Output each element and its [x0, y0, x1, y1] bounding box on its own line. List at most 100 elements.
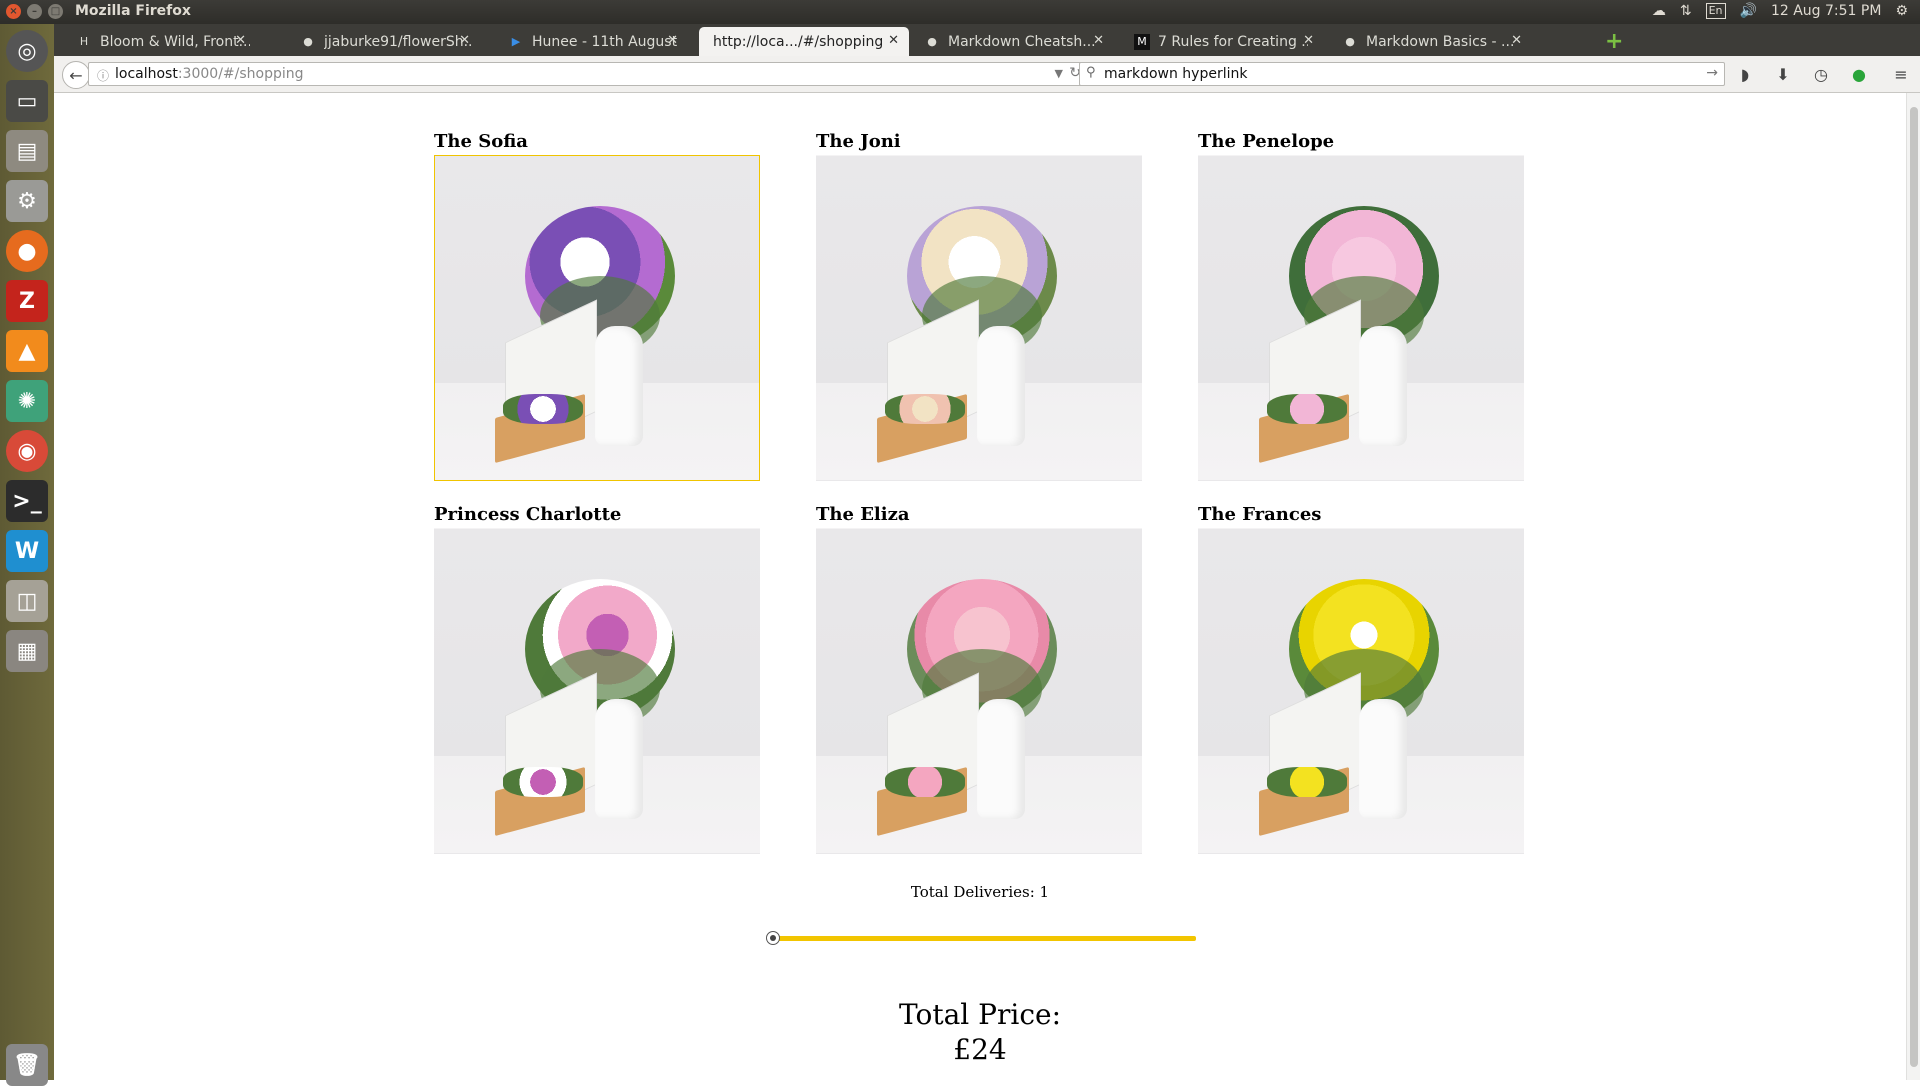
ubuntu-dash-icon[interactable]: ◎: [6, 30, 48, 72]
flower-image[interactable]: [1198, 155, 1524, 481]
vase: [595, 699, 643, 819]
keyboard-layout-indicator[interactable]: En: [1705, 3, 1726, 19]
scrollbar-thumb[interactable]: [1910, 107, 1918, 1067]
webstorm-icon[interactable]: W: [6, 530, 48, 572]
tab-close-icon[interactable]: ✕: [667, 33, 678, 48]
box-flowers: [503, 394, 583, 424]
atom-editor-icon[interactable]: ✺: [6, 380, 48, 422]
flower-card-sofia[interactable]: The Sofia: [434, 129, 764, 481]
downloads-icon[interactable]: ⬇: [1772, 63, 1794, 85]
screenshot-tool-icon[interactable]: ◫: [6, 580, 48, 622]
flower-image[interactable]: [816, 155, 1142, 481]
power-gear-icon[interactable]: ⚙: [1895, 3, 1908, 19]
flower-card-princess-charlotte[interactable]: Princess Charlotte: [434, 502, 764, 854]
sync-icon[interactable]: ☁: [1652, 3, 1666, 19]
flower-card-frances[interactable]: The Frances: [1198, 502, 1528, 854]
browser-tab[interactable]: ▶ Hunee - 11th August ... ✕: [498, 27, 688, 56]
tab-label: Bloom & Wild, Front...: [100, 33, 250, 50]
tab-close-icon[interactable]: ✕: [235, 33, 246, 48]
tab-label: Hunee - 11th August ...: [532, 33, 682, 50]
search-go-arrow-icon[interactable]: →: [1706, 65, 1718, 81]
flower-title: The Sofia: [434, 131, 528, 152]
tab-favicon: M: [1134, 33, 1150, 50]
box-flowers: [885, 394, 965, 424]
site-info-icon[interactable]: ⓘ: [97, 67, 109, 84]
deliveries-slider[interactable]: [764, 929, 1196, 949]
tab-label: Markdown Basics - ...: [1366, 33, 1515, 50]
window-controls: × – □: [6, 4, 63, 19]
system-top-panel: × – □ Mozilla Firefox ☁ ⇅ En 🔊 12 Aug 7:…: [0, 0, 1920, 24]
page-scrollbar[interactable]: [1906, 93, 1920, 1080]
menu-hamburger-icon[interactable]: ≡: [1890, 63, 1912, 85]
network-icon[interactable]: ⇅: [1680, 3, 1692, 19]
tab-close-icon[interactable]: ✕: [1511, 33, 1522, 48]
volume-icon[interactable]: 🔊: [1740, 3, 1757, 19]
workspace-switcher-icon[interactable]: ▭: [6, 80, 48, 122]
history-clock-icon[interactable]: ◷: [1810, 63, 1832, 85]
files-icon[interactable]: ▤: [6, 130, 48, 172]
total-deliveries-label: Total Deliveries: 1: [910, 883, 1050, 901]
flower-card-eliza[interactable]: The Eliza: [816, 502, 1146, 854]
vase: [977, 699, 1025, 819]
flower-title: Princess Charlotte: [434, 504, 622, 525]
browser-tab[interactable]: M 7 Rules for Creating ... ✕: [1124, 27, 1324, 56]
browser-tab[interactable]: ● jjaburke91/flowerSh... ✕: [290, 27, 480, 56]
browser-tab[interactable]: ● Markdown Cheatsh... ✕: [914, 27, 1114, 56]
vase: [1359, 699, 1407, 819]
url-path: :3000/#/shopping: [177, 66, 304, 82]
flower-title: The Frances: [1198, 504, 1322, 525]
total-price-label: Total Price:: [898, 998, 1062, 1031]
flower-card-joni[interactable]: The Joni: [816, 129, 1146, 481]
extension-icon[interactable]: ●: [1848, 63, 1870, 85]
shopping-page: The Sofia The Joni The Penelope Princess…: [54, 93, 1906, 1080]
new-tab-plus-icon[interactable]: +: [1605, 29, 1623, 54]
tab-label: http://loca.../#/shopping: [713, 33, 884, 50]
slider-track[interactable]: [774, 936, 1196, 941]
address-bar[interactable]: ⓘ localhost:3000/#/shopping ▼ ↻: [88, 62, 1088, 86]
total-price-value: £24: [953, 1033, 1007, 1066]
tab-close-icon[interactable]: ✕: [459, 33, 470, 48]
tab-close-icon[interactable]: ✕: [1303, 33, 1314, 48]
firefox-icon[interactable]: ●: [6, 230, 48, 272]
flower-title: The Penelope: [1198, 131, 1335, 152]
clock[interactable]: 12 Aug 7:51 PM: [1771, 3, 1881, 19]
flower-card-penelope[interactable]: The Penelope: [1198, 129, 1528, 481]
browser-tab[interactable]: ● Markdown Basics - ... ✕: [1332, 27, 1532, 56]
search-input[interactable]: markdown hyperlink: [1104, 66, 1247, 82]
flower-image[interactable]: [1198, 528, 1524, 854]
search-icon: ⚲: [1086, 65, 1096, 80]
github-icon: ●: [303, 35, 313, 48]
vase: [595, 326, 643, 446]
tab-favicon: H: [79, 35, 89, 48]
box-flowers: [503, 767, 583, 797]
flower-image[interactable]: [434, 528, 760, 854]
flower-title: The Eliza: [816, 504, 910, 525]
browser-tab-active[interactable]: http://loca.../#/shopping ✕: [699, 27, 909, 56]
search-bar[interactable]: ⚲ markdown hyperlink →: [1079, 62, 1725, 86]
window-maximize-button[interactable]: □: [48, 4, 63, 19]
window-close-button[interactable]: ×: [6, 4, 21, 19]
slider-handle[interactable]: [766, 931, 780, 945]
tab-close-icon[interactable]: ✕: [888, 33, 899, 48]
tab-close-icon[interactable]: ✕: [1093, 33, 1104, 48]
filezilla-icon[interactable]: Z: [6, 280, 48, 322]
url-dropdown-chevron-icon[interactable]: ▼: [1055, 67, 1063, 80]
github-icon: ●: [927, 35, 937, 48]
flower-image[interactable]: [816, 528, 1142, 854]
play-icon: ▶: [511, 35, 521, 48]
box-flowers: [885, 767, 965, 797]
calculator-icon[interactable]: ▦: [6, 630, 48, 672]
terminal-icon[interactable]: >_: [6, 480, 48, 522]
window-minimize-button[interactable]: –: [27, 4, 42, 19]
pocket-icon[interactable]: ◗: [1734, 63, 1756, 85]
vlc-icon[interactable]: ▲: [6, 330, 48, 372]
unity-launcher: ◎ ▭ ▤ ⚙ ● Z ▲ ✺ ◉ >_ W ◫ ▦ 🗑: [0, 24, 55, 1086]
back-arrow-icon[interactable]: ←: [62, 61, 90, 89]
flower-image[interactable]: [434, 155, 760, 481]
chrome-icon[interactable]: ◉: [6, 430, 48, 472]
system-settings-icon[interactable]: ⚙: [6, 180, 48, 222]
tab-label: jjaburke91/flowerSh...: [324, 33, 474, 50]
system-indicators: ☁ ⇅ En 🔊 12 Aug 7:51 PM ⚙: [1652, 3, 1908, 19]
slider-handle-dot: [770, 935, 776, 941]
browser-tab[interactable]: H Bloom & Wild, Front... ✕: [66, 27, 256, 56]
